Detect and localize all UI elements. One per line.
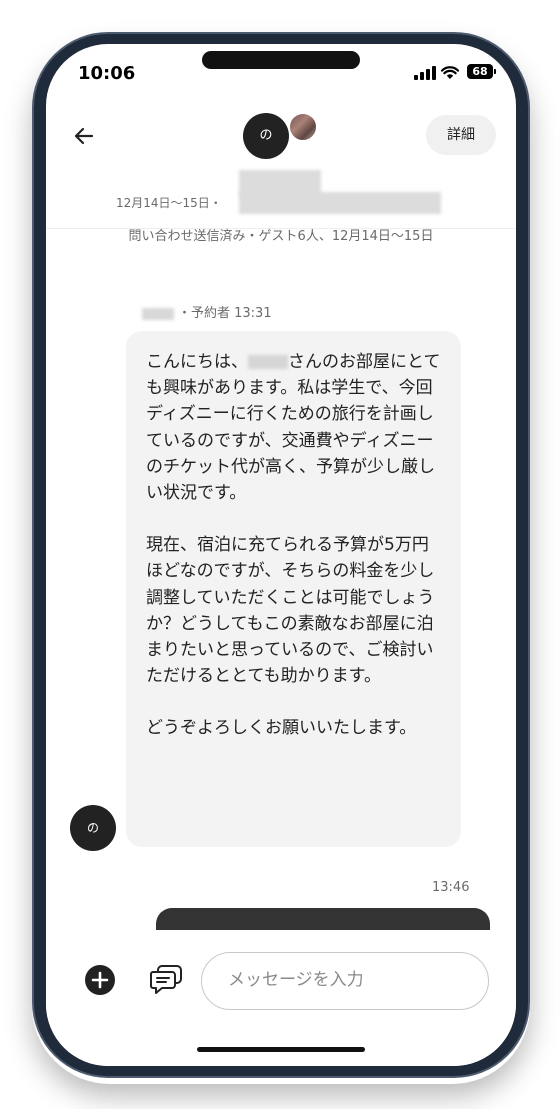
redacted-listing-detail	[239, 192, 441, 214]
message-input[interactable]: メッセージを入力	[201, 952, 489, 1010]
dynamic-island	[202, 51, 360, 69]
host-avatar[interactable]: の	[243, 113, 289, 159]
message-paragraph-2: 現在、宿泊に充てられる予算が5万円ほどなのですが、そちらの料金を少し調整していた…	[146, 535, 435, 687]
reservation-dates: 12月14日〜15日・	[116, 196, 222, 210]
message-bubble: こんにちは、 さんのお部屋にとても興味があります。私は学生で、今回ディズニーに行く…	[126, 331, 461, 847]
back-arrow-icon[interactable]	[72, 124, 96, 148]
details-button[interactable]: 詳細	[426, 115, 496, 155]
sender-meta-text: ・予約者 13:31	[178, 306, 272, 321]
wifi-icon	[441, 66, 459, 79]
sender-avatar[interactable]: の	[70, 805, 116, 851]
home-indicator[interactable]	[197, 1047, 365, 1052]
message-greeting: こんにちは、	[146, 352, 248, 372]
redacted-sender-name	[142, 307, 174, 320]
cellular-signal-icon	[414, 66, 436, 80]
chat-screen: 10:06 68 の 詳細 12月14日〜15日・ 問い合わせ送信済み・ゲスト6…	[46, 44, 516, 1066]
message-paragraph-1: さんのお部屋にとても興味があります。私は学生で、今回ディズニーに行くための旅行を…	[146, 352, 441, 504]
message-paragraph-3: どうぞよろしくお願いいたします。	[146, 718, 417, 739]
message-paragraph: こんにちは、 さんのお部屋にとても興味があります。私は学生で、今回ディズニーに行く…	[146, 349, 443, 506]
message-time: 13:46	[432, 880, 470, 895]
battery-icon: 68	[467, 64, 496, 79]
redacted-host-name	[248, 355, 288, 369]
listing-thumbnail[interactable]	[288, 112, 318, 142]
inquiry-status: 問い合わせ送信済み・ゲスト6人、12月14日〜15日	[128, 229, 434, 244]
sender-meta: ・予約者 13:31	[142, 302, 272, 321]
add-icon[interactable]	[84, 964, 116, 996]
quick-replies-icon[interactable]	[149, 964, 183, 996]
status-time: 10:06	[78, 63, 136, 84]
